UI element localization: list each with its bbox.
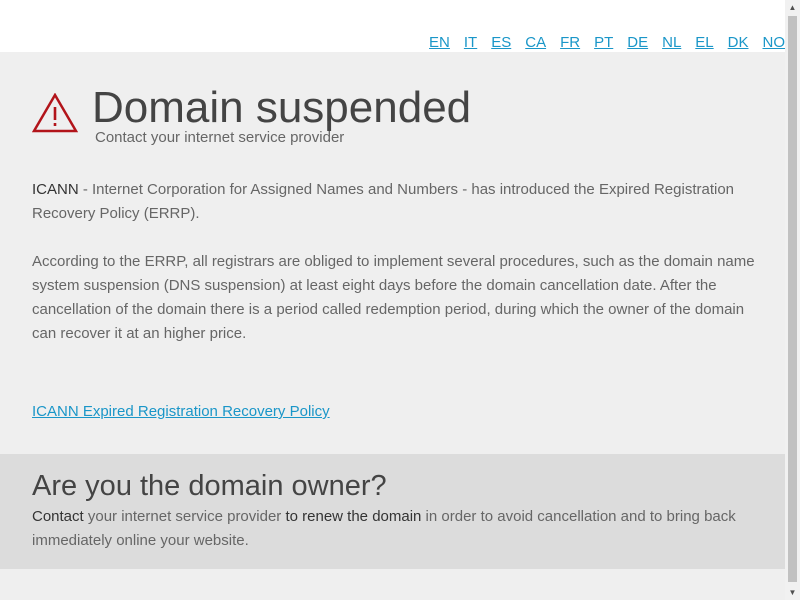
page-title: Domain suspended xyxy=(92,83,472,132)
icann-description: - Internet Corporation for Assigned Name… xyxy=(32,181,735,222)
owner-text-part1: your internet service provider xyxy=(83,508,286,525)
lang-link-de[interactable]: DE xyxy=(627,34,648,52)
vertical-scrollbar[interactable]: ▲ ▼ xyxy=(785,0,800,600)
contact-label: Contact xyxy=(32,508,84,525)
lang-link-fr[interactable]: FR xyxy=(560,34,580,52)
lang-link-it[interactable]: IT xyxy=(464,34,477,52)
lang-link-en[interactable]: EN xyxy=(429,34,450,52)
lang-link-ca[interactable]: CA xyxy=(525,34,546,52)
lang-link-el[interactable]: EL xyxy=(695,34,713,52)
owner-text: Contact your internet service provider t… xyxy=(32,505,757,553)
lang-link-es[interactable]: ES xyxy=(491,34,511,52)
lang-link-no[interactable]: NO xyxy=(763,34,786,52)
lang-link-pt[interactable]: PT xyxy=(594,34,613,52)
icann-label: ICANN xyxy=(32,181,79,198)
scroll-down-arrow-icon[interactable]: ▼ xyxy=(785,585,800,600)
lang-link-dk[interactable]: DK xyxy=(728,34,749,52)
renew-label: to renew the domain xyxy=(285,508,422,525)
page-subtitle: Contact your internet service provider xyxy=(95,129,345,146)
owner-title: Are you the domain owner? xyxy=(32,470,387,502)
errp-policy-link[interactable]: ICANN Expired Registration Recovery Poli… xyxy=(32,402,330,422)
warning-triangle-icon xyxy=(32,93,78,133)
bottom-strip xyxy=(0,569,785,600)
errp-paragraph: According to the ERRP, all registrars ar… xyxy=(32,253,755,342)
language-bar: EN IT ES CA FR PT DE NL EL DK NO xyxy=(415,34,785,52)
icann-paragraph: ICANN - Internet Corporation for Assigne… xyxy=(32,178,757,226)
scroll-up-arrow-icon[interactable]: ▲ xyxy=(785,0,800,15)
lang-link-nl[interactable]: NL xyxy=(662,34,681,52)
page: EN IT ES CA FR PT DE NL EL DK NO Domain … xyxy=(0,0,785,600)
scrollbar-thumb[interactable] xyxy=(788,16,797,582)
